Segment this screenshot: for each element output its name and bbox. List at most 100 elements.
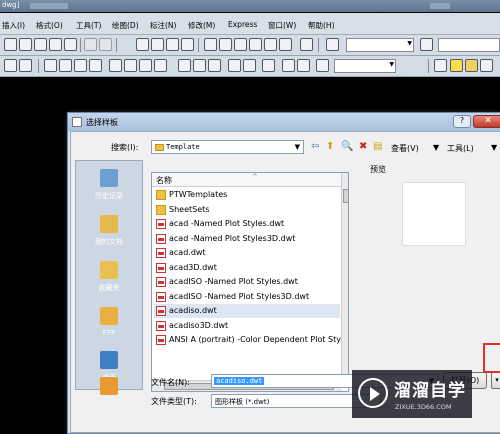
new-folder-icon[interactable]: ▤	[373, 141, 382, 153]
file-item[interactable]: acadiso3D.dwt	[154, 319, 340, 333]
column-header-name[interactable]: 名称 ^	[152, 173, 342, 187]
markup-icon[interactable]	[264, 38, 277, 51]
dim-style-select[interactable]: ▼	[334, 59, 396, 73]
dialog-title: 选择样板	[86, 118, 118, 127]
file-list[interactable]: 名称 ^ PTWTemplates SheetSets acad -Named Pl…	[151, 172, 349, 392]
dim-style-manager-icon[interactable]	[316, 59, 329, 72]
aligned-dim-icon[interactable]	[59, 59, 72, 72]
radius-dim-icon[interactable]	[109, 59, 122, 72]
file-item[interactable]: acad.dwt	[154, 246, 340, 260]
scrollbar-thumb[interactable]	[343, 189, 348, 203]
search-web-icon[interactable]: 🔍	[341, 141, 353, 153]
dim-style-combo[interactable]	[438, 38, 500, 52]
arc-length-icon[interactable]	[74, 59, 87, 72]
ordinate-dim-icon[interactable]	[89, 59, 102, 72]
window-title: dwg]	[2, 1, 20, 9]
standard-toolbar: ▼	[0, 35, 500, 56]
help-icon[interactable]	[300, 38, 313, 51]
folder-item[interactable]: PTWTemplates	[154, 188, 340, 202]
sun-icon[interactable]	[465, 59, 478, 72]
lock-icon[interactable]	[480, 59, 493, 72]
design-center-icon[interactable]	[219, 38, 232, 51]
sort-arrow-icon: ^	[252, 173, 258, 181]
angular-dim-icon[interactable]	[154, 59, 167, 72]
help-button[interactable]: ?	[453, 115, 471, 128]
search-in-combo[interactable]: Template ▼	[151, 140, 304, 154]
file-item[interactable]: ANSI A (portrait) -Color Dependent Plot …	[154, 333, 348, 347]
place-more[interactable]	[84, 377, 134, 399]
zoom-realtime-icon[interactable]	[151, 38, 164, 51]
file-name: ANSI A (portrait) -Color Dependent Plot …	[169, 335, 349, 344]
layer-state-icon[interactable]	[19, 59, 32, 72]
quick-dim-icon[interactable]	[178, 59, 191, 72]
calculator-icon[interactable]	[279, 38, 292, 51]
block-editor-icon[interactable]	[64, 38, 77, 51]
menu-draw[interactable]: 绘图(D)	[112, 20, 139, 31]
file-item[interactable]: acad -Named Plot Styles.dwt	[154, 217, 340, 231]
cut-icon[interactable]	[4, 38, 17, 51]
copy-icon[interactable]	[19, 38, 32, 51]
menu-tools[interactable]: 工具(T)	[76, 20, 101, 31]
filename-value: acadiso.dwt	[214, 377, 265, 385]
zoom-window-icon[interactable]	[166, 38, 179, 51]
tools-menu[interactable]: 工具(L)	[447, 143, 474, 154]
tolerance-icon[interactable]	[228, 59, 241, 72]
jogged-dim-icon[interactable]	[124, 59, 137, 72]
baseline-dim-icon[interactable]	[193, 59, 206, 72]
continue-dim-icon[interactable]	[208, 59, 221, 72]
delete-icon[interactable]: ✖	[359, 141, 367, 153]
dim-update-icon[interactable]	[297, 59, 310, 72]
file-name: acad -Named Plot Styles3D.dwt	[169, 233, 296, 243]
file-name: acad3D.dwt	[169, 262, 217, 272]
place-ftp[interactable]: FTP	[84, 307, 134, 337]
place-my-documents[interactable]: 我的文档	[84, 215, 134, 247]
text-style-combo[interactable]: ▼	[346, 38, 414, 52]
lightbulb-icon[interactable]	[450, 59, 463, 72]
file-item[interactable]: acadISO -Named Plot Styles3D.dwt	[154, 290, 340, 304]
views-menu[interactable]: 查看(V)	[391, 143, 419, 154]
pan-icon[interactable]	[136, 38, 149, 51]
dim-edit-icon[interactable]	[262, 59, 275, 72]
file-item[interactable]: acad3D.dwt	[154, 261, 340, 275]
file-item[interactable]: acadISO -Named Plot Styles.dwt	[154, 275, 340, 289]
zoom-previous-icon[interactable]	[181, 38, 194, 51]
vertical-scrollbar[interactable]	[341, 173, 348, 378]
up-folder-icon[interactable]: ⬆	[326, 141, 334, 153]
diameter-dim-icon[interactable]	[139, 59, 152, 72]
paste-icon[interactable]	[34, 38, 47, 51]
open-options-button[interactable]: ▾	[491, 372, 500, 389]
dim-text-edit-icon[interactable]	[282, 59, 295, 72]
properties-icon[interactable]	[204, 38, 217, 51]
dwt-file-icon	[156, 335, 166, 345]
menu-modify[interactable]: 修改(M)	[188, 20, 215, 31]
place-favorites[interactable]: 收藏夹	[84, 261, 134, 293]
center-mark-icon[interactable]	[243, 59, 256, 72]
menu-insert[interactable]: 插入(I)	[2, 20, 25, 31]
toolbar-separator	[116, 38, 117, 52]
chevron-down-icon: ▼	[433, 143, 440, 152]
menu-dimension[interactable]: 标注(N)	[150, 20, 176, 31]
menu-help[interactable]: 帮助(H)	[308, 20, 335, 31]
linear-dim-icon[interactable]	[44, 59, 57, 72]
close-button[interactable]: ✕	[473, 115, 500, 128]
sheet-set-icon[interactable]	[249, 38, 262, 51]
text-style-icon[interactable]	[326, 38, 339, 51]
match-properties-icon[interactable]	[49, 38, 62, 51]
file-item[interactable]: acadiso.dwt	[154, 304, 340, 318]
tool-palettes-icon[interactable]	[234, 38, 247, 51]
menu-window[interactable]: 窗口(W)	[268, 20, 296, 31]
file-name: acad -Named Plot Styles.dwt	[169, 219, 285, 228]
back-icon[interactable]: ⇦	[311, 141, 319, 153]
search-in-label: 搜索(I):	[111, 143, 139, 152]
file-item[interactable]: acad -Named Plot Styles3D.dwt	[154, 232, 340, 246]
menu-format[interactable]: 格式(O)	[36, 20, 63, 31]
layer-props-icon[interactable]	[434, 59, 447, 72]
layer-manager-icon[interactable]	[4, 59, 17, 72]
dim-style-icon[interactable]	[420, 38, 433, 51]
redo-icon[interactable]	[99, 38, 112, 51]
menu-express[interactable]: Express	[228, 20, 257, 29]
place-history[interactable]: 历史记录	[84, 169, 134, 201]
undo-icon[interactable]	[84, 38, 97, 51]
title-blur-right	[430, 3, 450, 9]
folder-item[interactable]: SheetSets	[154, 203, 340, 217]
